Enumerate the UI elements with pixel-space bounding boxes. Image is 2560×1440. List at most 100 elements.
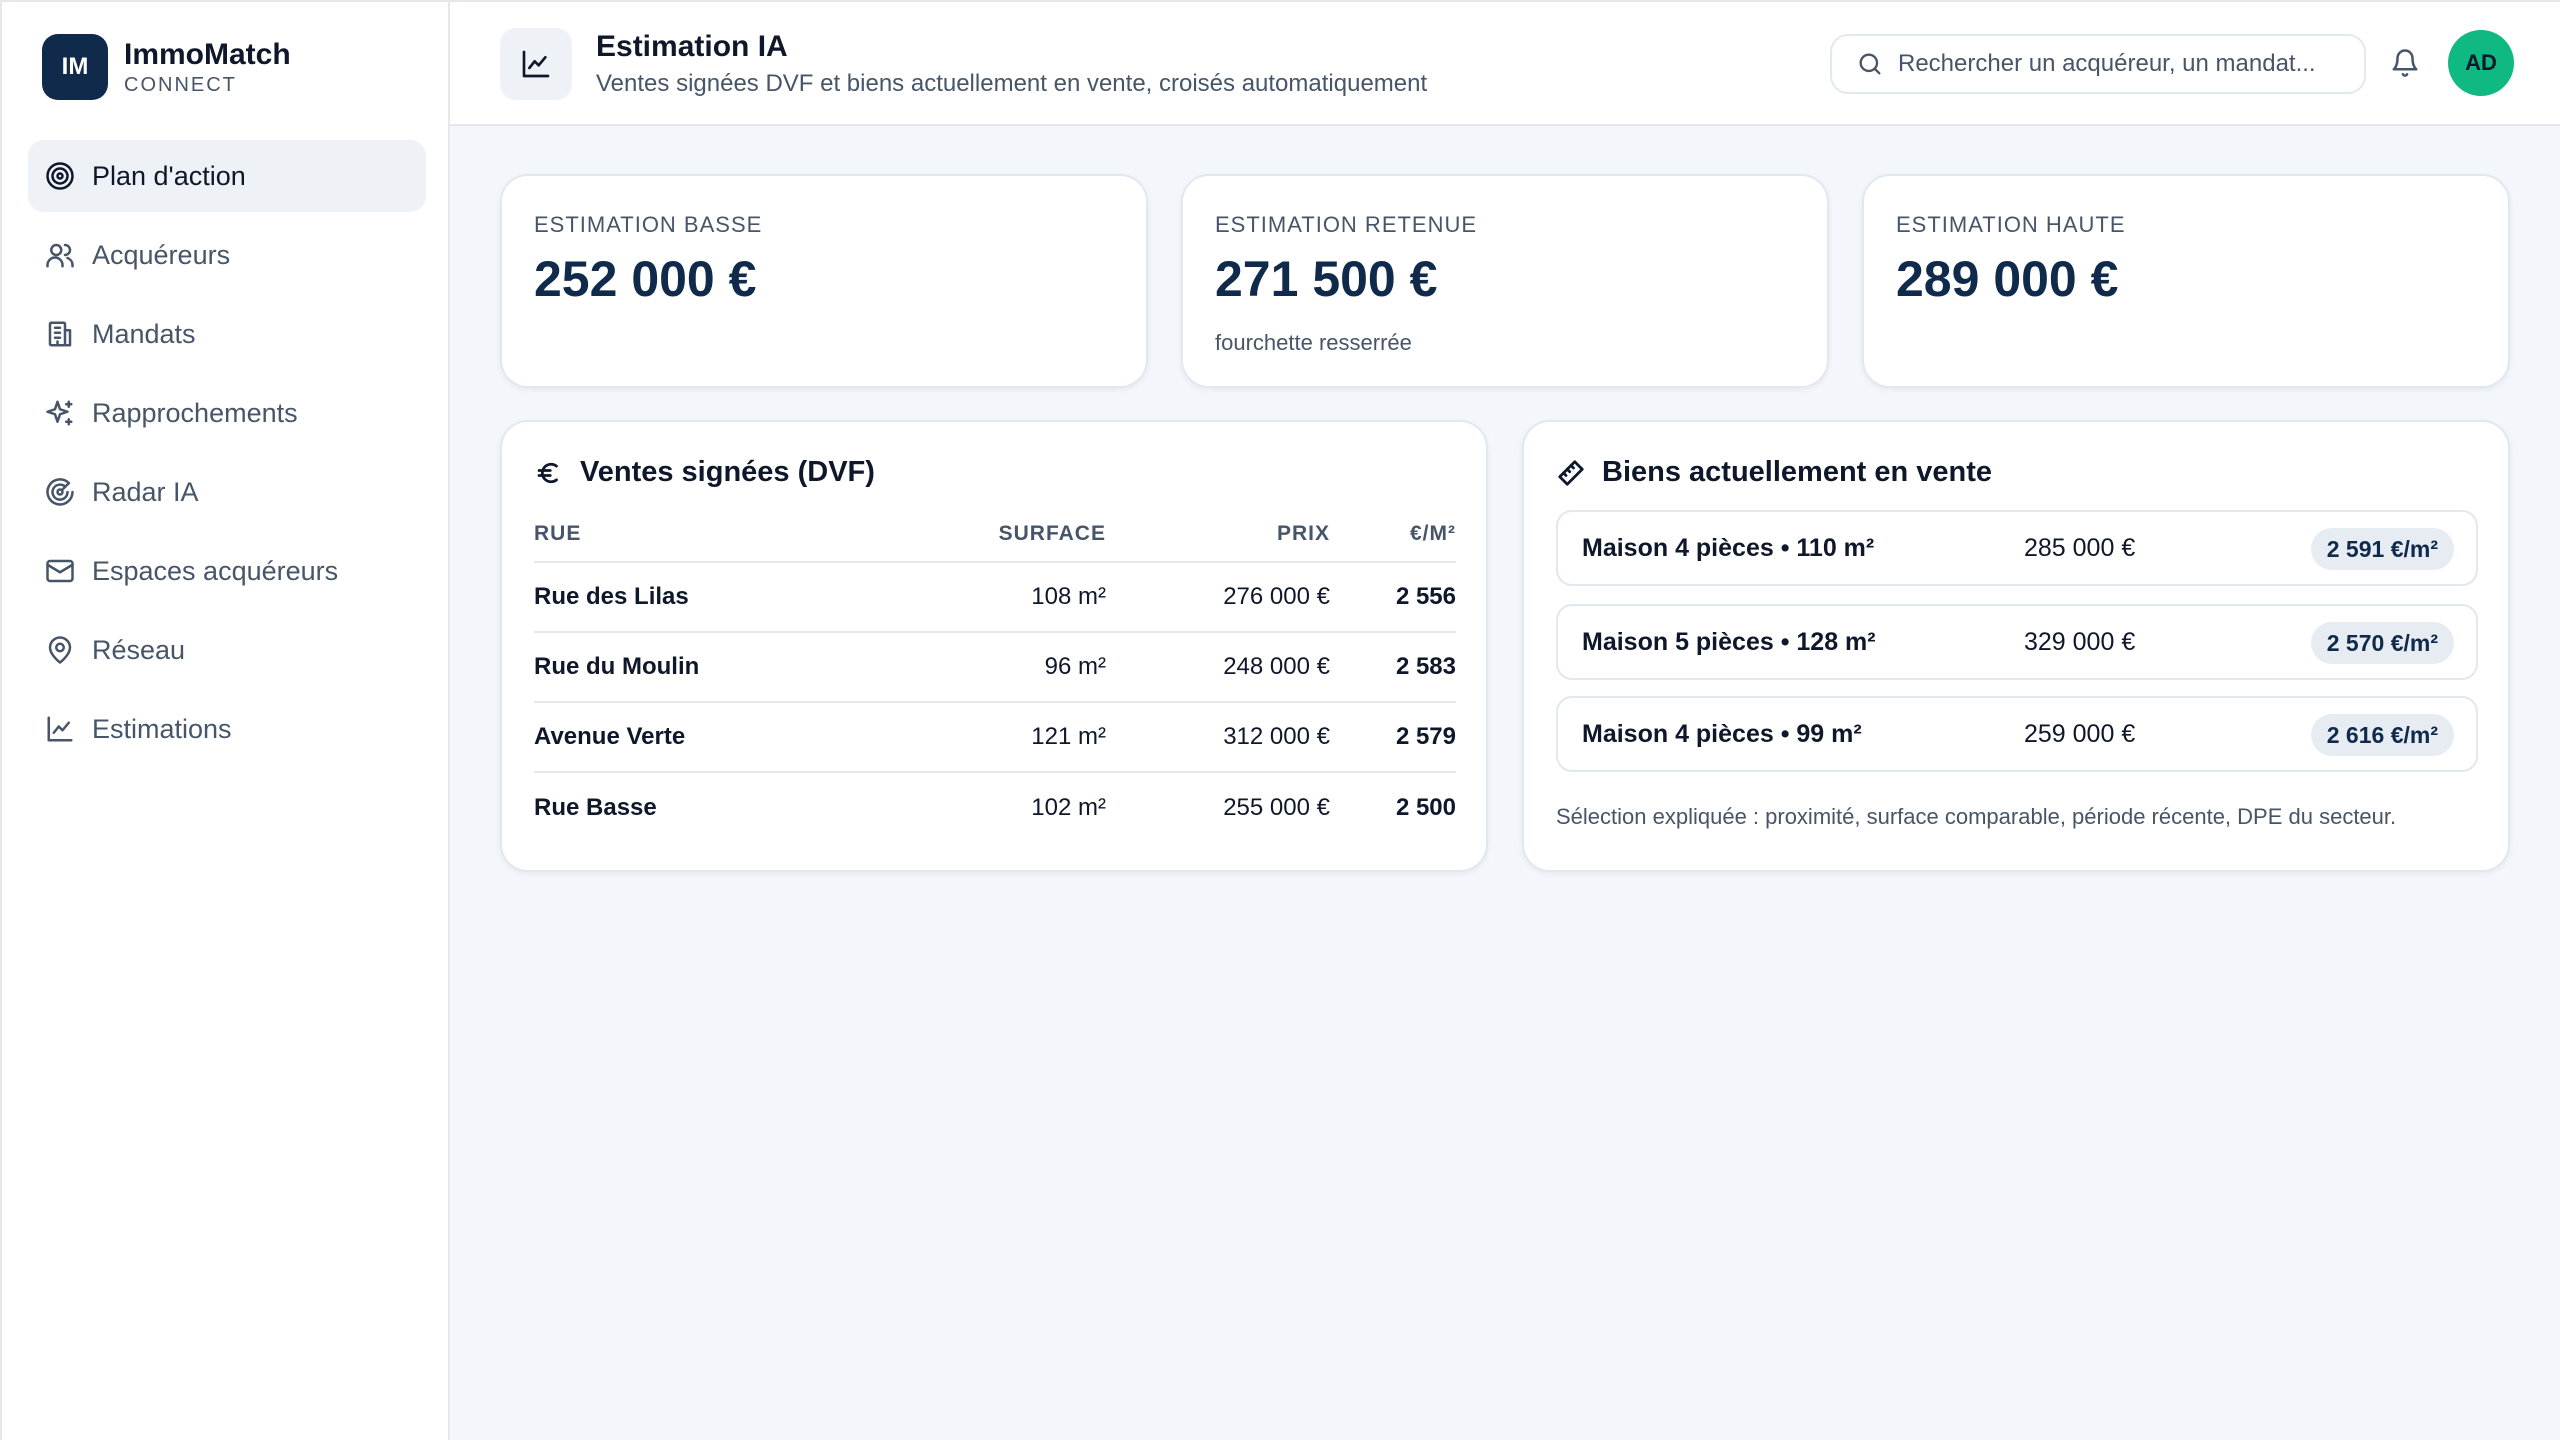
sidebar-item-plan-action[interactable]: Plan d'action [28, 140, 426, 212]
dvf-title: Ventes signées (DVF) [580, 456, 875, 488]
dvf-panel: Ventes signées (DVF) RUE SURFACE PRIX €/… [500, 420, 1488, 872]
listing-title: Maison 5 pièces • 128 m² [1582, 628, 1876, 656]
list-item[interactable]: Maison 5 pièces • 128 m² 329 000 € 2 570… [1556, 604, 2478, 680]
listing-price: 329 000 € [2024, 628, 2136, 656]
panel-title: Biens actuellement en vente [1556, 456, 1992, 489]
price-per-m2-badge: 2 616 €/m² [2310, 714, 2454, 756]
sidebar-nav: Plan d'action Acquéreurs Mandats Rapproc… [28, 140, 426, 772]
kpi-label: ESTIMATION BASSE [534, 212, 763, 237]
price-per-m2-badge: 2 591 €/m² [2310, 528, 2454, 570]
notifications-button[interactable] [2390, 48, 2422, 80]
listings-panel: Biens actuellement en vente Maison 4 piè… [1522, 420, 2510, 872]
sidebar-item-espaces-acquereurs[interactable]: Espaces acquéreurs [28, 535, 426, 607]
table-row[interactable]: Rue du Moulin 96 m² 248 000 € 2 583 [534, 632, 1456, 703]
listing-price: 259 000 € [2024, 720, 2136, 748]
cell-ppm: 2 583 [1329, 632, 1456, 703]
users-icon [44, 239, 76, 271]
sidebar-item-estimations[interactable]: Estimations [28, 693, 426, 765]
sidebar-item-label: Espaces acquéreurs [92, 555, 339, 586]
radar-icon [44, 476, 76, 508]
column-header-surface: SURFACE [880, 506, 1106, 563]
cell-ppm: 2 579 [1329, 702, 1456, 773]
sidebar-item-reseau[interactable]: Réseau [28, 614, 426, 686]
target-icon [44, 160, 76, 192]
table-row[interactable]: Rue des Lilas 108 m² 276 000 € 2 556 [534, 562, 1456, 633]
sidebar-item-label: Acquéreurs [92, 239, 231, 270]
table-row[interactable]: Avenue Verte 121 m² 312 000 € 2 579 [534, 702, 1456, 773]
main-content: ESTIMATION BASSE 252 000 € ESTIMATION RE… [450, 126, 2560, 1440]
cell-rue: Rue Basse [534, 793, 657, 821]
sidebar-item-label: Mandats [92, 318, 196, 349]
cell-rue: Rue des Lilas [534, 562, 881, 633]
search-icon [1859, 53, 1881, 75]
cell-ppm: 2 500 [1395, 793, 1456, 821]
kpi-label: ESTIMATION HAUTE [1896, 212, 2126, 237]
dvf-table: RUE SURFACE PRIX €/M² Rue des Lilas 108 … [534, 506, 1456, 842]
listing-title: Maison 4 pièces • 110 m² [1582, 534, 1875, 562]
bell-icon [2392, 49, 2418, 77]
cell-surface: 102 m² [1031, 793, 1106, 821]
building-icon [44, 318, 76, 350]
cell-rue: Avenue Verte [534, 702, 881, 773]
kpi-card-high: ESTIMATION HAUTE 289 000 € [1862, 174, 2510, 388]
cell-surface: 96 m² [880, 632, 1106, 703]
cell-prix: 255 000 € [1223, 793, 1330, 821]
cell-surface: 108 m² [880, 562, 1106, 633]
sidebar-item-label: Radar IA [92, 476, 199, 507]
sidebar-item-acquereurs[interactable]: Acquéreurs [28, 219, 426, 291]
sidebar: IM ImmoMatch CONNECT Plan d'action Acqué… [2, 2, 450, 1440]
search-input[interactable] [1898, 50, 2358, 78]
column-header-rue: RUE [534, 506, 881, 563]
kpi-note: fourchette resserrée [1215, 330, 1412, 355]
cell-surface: 121 m² [880, 702, 1106, 773]
app-window: IM ImmoMatch CONNECT Plan d'action Acqué… [0, 0, 2560, 1440]
list-item[interactable]: Maison 4 pièces • 110 m² 285 000 € 2 591… [1556, 510, 2478, 586]
table-row[interactable]: Rue Basse 102 m² 255 000 € 2 500 [534, 772, 1456, 842]
sidebar-item-radar-ia[interactable]: Radar IA [28, 456, 426, 528]
map-pin-icon [44, 634, 76, 666]
kpi-label: ESTIMATION RETENUE [1215, 212, 1478, 237]
brand-text: ImmoMatch CONNECT [124, 37, 291, 97]
euro-icon [537, 462, 558, 483]
kpi-value: 252 000 € [534, 251, 757, 307]
kpi-card-low: ESTIMATION BASSE 252 000 € [500, 174, 1148, 388]
sidebar-item-label: Réseau [92, 634, 186, 665]
cell-rue: Rue du Moulin [534, 632, 881, 703]
cell-prix: 248 000 € [1105, 632, 1330, 703]
brand-logo: IM [42, 34, 108, 100]
top-header: Estimation IA Ventes signées DVF et bien… [450, 2, 2560, 126]
cell-prix: 276 000 € [1105, 562, 1330, 633]
cell-ppm: 2 556 [1329, 562, 1456, 633]
kpi-value: 271 500 € [1215, 251, 1438, 307]
table-header-row: RUE SURFACE PRIX €/M² [534, 506, 1456, 563]
column-header-ppm: €/M² [1329, 506, 1456, 563]
chart-line-icon [500, 28, 572, 100]
brand-sub: CONNECT [124, 74, 237, 96]
page-title: Estimation IA [596, 30, 788, 63]
ruler-icon [1558, 459, 1584, 486]
listing-price: 285 000 € [2024, 534, 2136, 562]
sidebar-item-rapprochements[interactable]: Rapprochements [28, 377, 426, 449]
sidebar-item-label: Plan d'action [92, 160, 246, 191]
page-subtitle: Ventes signées DVF et biens actuellement… [596, 70, 1428, 97]
mail-icon [44, 555, 76, 587]
listing-title: Maison 4 pièces • 99 m² [1582, 720, 1862, 748]
cell-prix: 312 000 € [1105, 702, 1330, 773]
panel-title: Ventes signées (DVF) [534, 456, 875, 489]
list-item[interactable]: Maison 4 pièces • 99 m² 259 000 € 2 616 … [1556, 696, 2478, 772]
sidebar-item-label: Rapprochements [92, 397, 298, 428]
brand-name: ImmoMatch [124, 38, 291, 71]
search-box[interactable] [1830, 34, 2366, 94]
sidebar-item-label: Estimations [92, 713, 232, 744]
price-per-m2-badge: 2 570 €/m² [2310, 622, 2454, 664]
sidebar-item-mandats[interactable]: Mandats [28, 298, 426, 370]
brand[interactable]: IM ImmoMatch CONNECT [42, 34, 291, 100]
sparkles-icon [44, 397, 76, 429]
kpi-card-retained: ESTIMATION RETENUE 271 500 € fourchette … [1181, 174, 1829, 388]
listings-title: Biens actuellement en vente [1602, 456, 1993, 488]
user-avatar[interactable]: AD [2448, 30, 2514, 96]
kpi-value: 289 000 € [1896, 251, 2119, 307]
chart-line-icon [44, 713, 76, 745]
selection-note: Sélection expliquée : proximité, surface… [1556, 804, 2397, 829]
column-header-prix: PRIX [1105, 506, 1330, 563]
